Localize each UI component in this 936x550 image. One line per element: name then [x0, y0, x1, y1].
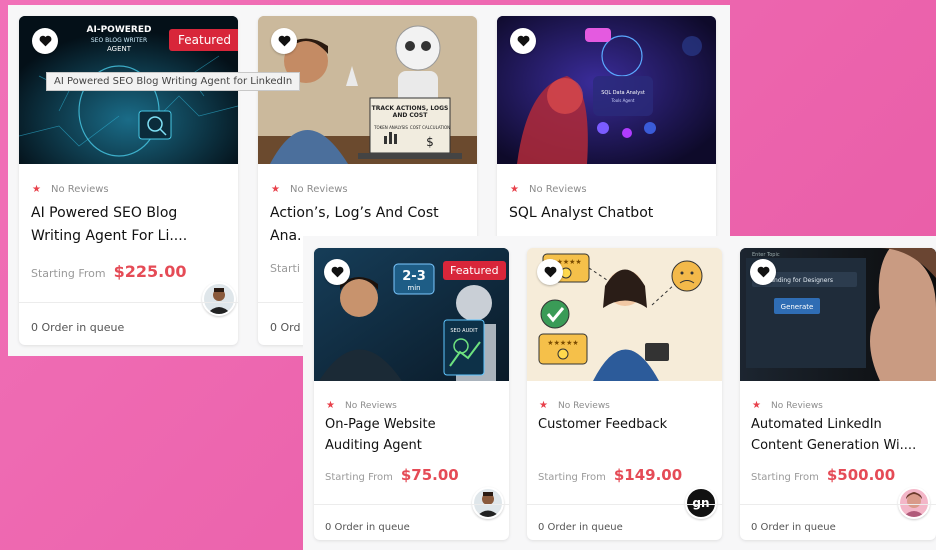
price: $75.00 — [400, 466, 459, 484]
starting-from-label: Starti — [270, 262, 300, 275]
review-status: ★ No Reviews — [32, 184, 109, 195]
star-icon: ★ — [510, 184, 519, 195]
heart-icon — [757, 266, 769, 278]
title-line: Writing Agent For Li.... — [31, 228, 188, 244]
heart-icon — [544, 266, 556, 278]
seller-avatar[interactable] — [202, 282, 236, 316]
starting-from-label: Starting From — [31, 267, 106, 280]
heart-icon — [331, 266, 343, 278]
heart-icon — [278, 35, 290, 47]
featured-badge: Featured — [169, 29, 238, 51]
star-icon: ★ — [271, 184, 280, 195]
review-status: ★ No Reviews — [326, 400, 397, 411]
person-avatar-icon — [903, 492, 925, 517]
seller-avatar[interactable]: gn — [685, 487, 717, 519]
star-icon: ★ — [752, 400, 761, 411]
person-avatar-icon — [476, 492, 500, 517]
divider — [314, 504, 509, 505]
title-line: Customer Feedback — [538, 417, 668, 432]
seller-avatar[interactable] — [472, 487, 504, 519]
price-row: Starting From $500.00 — [751, 466, 895, 484]
title-line: Content Generation Wi.... — [751, 438, 917, 453]
thumb-text: TRACK ACTIONS, LOGS — [372, 105, 449, 112]
seller-avatar[interactable] — [898, 487, 930, 519]
thumb-text: SEO AUDIT — [450, 328, 478, 334]
product-card[interactable]: ★★★★★ ★★★★★ ★ No Reviews Customer Feedba… — [527, 248, 722, 540]
review-text: No Reviews — [528, 184, 587, 195]
thumb-text: AGENT — [107, 45, 132, 53]
review-text: No Reviews — [289, 184, 348, 195]
review-status: ★ No Reviews — [271, 184, 348, 195]
price: $500.00 — [826, 466, 896, 484]
review-text: No Reviews — [770, 400, 823, 411]
price-row: Starting From $225.00 — [31, 262, 187, 281]
favorite-button[interactable] — [510, 28, 536, 54]
starting-from-label: Starting From — [751, 472, 819, 483]
heart-icon — [517, 35, 529, 47]
thumb-text: SEO BLOG WRITER — [91, 37, 147, 44]
price: $225.00 — [113, 262, 187, 281]
star-icon: ★ — [539, 400, 548, 411]
thumb-text: AND COST — [393, 112, 429, 119]
tooltip: AI Powered SEO Blog Writing Agent for Li… — [46, 72, 301, 91]
thumb-text: COST CALCULATION — [410, 125, 450, 130]
review-text: No Reviews — [50, 184, 109, 195]
product-title[interactable]: Automated LinkedIn Content Generation Wi… — [751, 414, 933, 456]
divider — [740, 504, 936, 505]
review-text: No Reviews — [344, 400, 397, 411]
thumb-text: Enter Topic — [752, 252, 780, 258]
product-card[interactable]: AI-POWERED SEO BLOG WRITER AGENT Feature… — [19, 16, 238, 345]
starting-from-label: Starting From — [325, 472, 393, 483]
price-row: Starting From $149.00 — [538, 466, 682, 484]
thumb-text: TOKEN ANALYSIS — [373, 125, 408, 130]
favorite-button[interactable] — [750, 259, 776, 285]
favorite-button[interactable] — [271, 28, 297, 54]
product-title[interactable]: SQL Analyst Chatbot — [509, 202, 709, 225]
orders-in-queue: 0 Order in queue — [751, 522, 836, 533]
title-line: AI Powered SEO Blog — [31, 205, 178, 221]
orders-in-queue: 0 Order in queue — [325, 522, 410, 533]
price-row: Starting From $75.00 — [325, 466, 459, 484]
star-icon: ★ — [326, 400, 335, 411]
star-icon: ★ — [32, 184, 41, 195]
thumb-text: min — [407, 284, 420, 292]
thumb-text: Generate — [781, 303, 814, 311]
bottom-card-panel: 2-3 min SEO AUDIT Featured ★ No Reviews … — [303, 236, 936, 550]
divider — [19, 302, 238, 303]
review-status: ★ No Reviews — [510, 184, 587, 195]
favorite-button[interactable] — [537, 259, 563, 285]
person-avatar-icon — [207, 288, 231, 314]
favorite-button[interactable] — [32, 28, 58, 54]
title-line: Automated LinkedIn — [751, 417, 882, 432]
thumb-text: Tools Agent — [611, 98, 635, 103]
product-card[interactable]: Enter Topic AI Branding for Designers Ge… — [740, 248, 936, 540]
svg-text:★★★★★: ★★★★★ — [547, 339, 578, 347]
orders-in-queue: 0 Order in queue — [538, 522, 623, 533]
favorite-button[interactable] — [324, 259, 350, 285]
featured-badge: Featured — [443, 261, 506, 280]
title-line: SQL Analyst Chatbot — [509, 205, 654, 221]
review-status: ★ No Reviews — [539, 400, 610, 411]
title-line: Auditing Agent — [325, 438, 422, 453]
product-title[interactable]: Customer Feedback — [538, 414, 718, 435]
review-status: ★ No Reviews — [752, 400, 823, 411]
thumb-text: 2-3 — [402, 269, 426, 284]
orders-in-queue: 0 Order in queue — [31, 321, 125, 334]
review-text: No Reviews — [557, 400, 610, 411]
title-line: Action’s, Log’s And Cost — [270, 205, 439, 221]
thumb-text: AI-POWERED — [87, 25, 152, 35]
starting-from-label: Starting From — [538, 472, 606, 483]
heart-icon — [39, 35, 51, 47]
price-row: Starti — [270, 262, 300, 275]
divider — [527, 504, 722, 505]
product-card[interactable]: 2-3 min SEO AUDIT Featured ★ No Reviews … — [314, 248, 509, 540]
thumb-text: SQL Data Analyst — [601, 90, 645, 96]
orders-in-queue: 0 Ord — [270, 321, 301, 334]
product-title[interactable]: On-Page Website Auditing Agent — [325, 414, 505, 456]
svg-text:$: $ — [426, 135, 434, 149]
title-line: On-Page Website — [325, 417, 436, 432]
seller-initials: gn — [692, 496, 710, 510]
product-title[interactable]: AI Powered SEO Blog Writing Agent For Li… — [31, 202, 231, 248]
price: $149.00 — [613, 466, 683, 484]
